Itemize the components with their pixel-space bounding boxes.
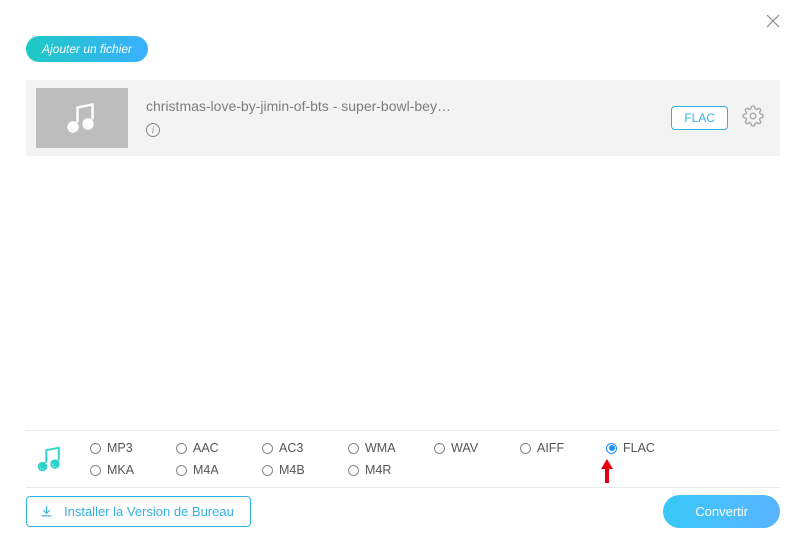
radio-icon [176, 465, 187, 476]
gear-icon[interactable] [742, 105, 764, 132]
radio-icon [262, 443, 273, 454]
format-radio-m4a[interactable]: M4A [176, 463, 262, 477]
file-thumbnail [36, 88, 128, 148]
format-label: M4B [279, 463, 305, 477]
format-label: WMA [365, 441, 396, 455]
format-label: WAV [451, 441, 478, 455]
add-file-button[interactable]: Ajouter un fichier [26, 36, 148, 62]
radio-icon [176, 443, 187, 454]
file-info: christmas-love-by-jimin-of-bts - super-b… [146, 98, 671, 138]
radio-icon [434, 443, 445, 454]
radio-icon [262, 465, 273, 476]
close-icon[interactable] [764, 12, 782, 30]
format-label: MP3 [107, 441, 133, 455]
format-badge[interactable]: FLAC [671, 106, 728, 130]
format-label: MKA [107, 463, 134, 477]
radio-icon [90, 443, 101, 454]
file-title: christmas-love-by-jimin-of-bts - super-b… [146, 98, 671, 114]
install-desktop-label: Installer la Version de Bureau [64, 504, 234, 519]
format-radio-m4b[interactable]: M4B [262, 463, 348, 477]
radio-icon [90, 465, 101, 476]
format-radio-aiff[interactable]: AIFF [520, 441, 606, 455]
bottom-bar: Installer la Version de Bureau Convertir [26, 495, 780, 528]
music-format-icon [30, 444, 70, 474]
format-radio-wma[interactable]: WMA [348, 441, 434, 455]
format-radio-wav[interactable]: WAV [434, 441, 520, 455]
install-desktop-button[interactable]: Installer la Version de Bureau [26, 496, 251, 527]
format-label: M4R [365, 463, 391, 477]
format-label: M4A [193, 463, 219, 477]
format-radio-mp3[interactable]: MP3 [90, 441, 176, 455]
music-note-icon [64, 100, 100, 136]
info-icon[interactable]: i [146, 123, 160, 137]
format-label: AC3 [279, 441, 303, 455]
radio-icon [348, 465, 359, 476]
file-row: christmas-love-by-jimin-of-bts - super-b… [26, 80, 780, 156]
radio-icon [348, 443, 359, 454]
format-label: FLAC [623, 441, 655, 455]
format-label: AIFF [537, 441, 564, 455]
convert-button[interactable]: Convertir [663, 495, 780, 528]
formats-panel: MP3 AAC AC3 WMA WAV AIFF FLAC MKA M4A M4B M4R [26, 430, 780, 488]
format-radio-mka[interactable]: MKA [90, 463, 176, 477]
format-radio-ac3[interactable]: AC3 [262, 441, 348, 455]
radio-icon [520, 443, 531, 454]
up-arrow-icon [600, 459, 614, 486]
format-radio-m4r[interactable]: M4R [348, 463, 434, 477]
format-radio-flac[interactable]: FLAC [606, 441, 692, 455]
download-icon [39, 504, 54, 519]
radio-icon [606, 443, 617, 454]
format-radio-aac[interactable]: AAC [176, 441, 262, 455]
format-label: AAC [193, 441, 219, 455]
formats-grid: MP3 AAC AC3 WMA WAV AIFF FLAC MKA M4A M4B M4R [90, 441, 780, 477]
